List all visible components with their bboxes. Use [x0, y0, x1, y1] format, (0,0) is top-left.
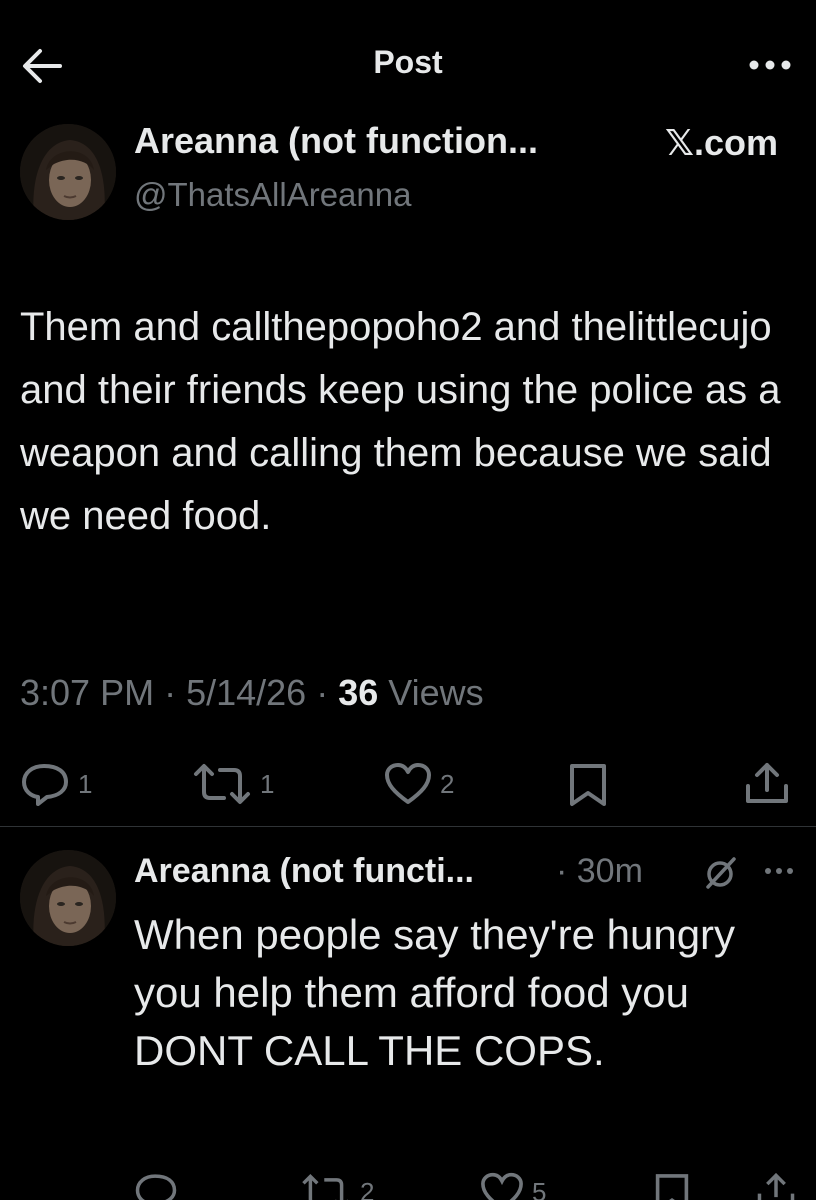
more-horizontal-icon — [765, 868, 793, 874]
post-meta: 3:07 PM · 5/14/26 · 36 Views — [20, 672, 484, 714]
author-avatar[interactable] — [20, 124, 116, 220]
heart-icon — [385, 763, 431, 804]
bookmark-icon — [570, 764, 606, 806]
views-label: Views — [388, 672, 484, 713]
post-text: Them and callthepopoho2 and thelittlecuj… — [20, 305, 781, 538]
repost-icon — [194, 764, 250, 804]
reply-repost-button[interactable]: 2 — [300, 1172, 374, 1200]
heart-icon — [481, 1172, 523, 1200]
meta-separator: · — [306, 672, 339, 713]
share-button[interactable] — [744, 760, 790, 806]
reply-more-button[interactable] — [764, 866, 794, 876]
author-handle[interactable]: @ThatsAllAreanna — [134, 176, 411, 214]
reply-bookmark-button[interactable] — [654, 1172, 690, 1200]
views-count: 36 — [338, 672, 379, 713]
repost-icon — [302, 1173, 348, 1200]
bookmark-icon — [655, 1174, 689, 1200]
reply-author-avatar[interactable] — [20, 850, 116, 946]
reply-reply-button[interactable] — [134, 1172, 178, 1200]
grok-icon — [706, 857, 736, 889]
reply-author-name[interactable]: Areanna (not functi... — [134, 852, 474, 891]
repost-button[interactable]: 1 — [192, 762, 274, 806]
reply-count: 1 — [78, 768, 93, 799]
meta-separator: · — [154, 672, 187, 713]
divider — [0, 826, 816, 827]
grok-button[interactable] — [704, 856, 738, 890]
repost-count: 1 — [260, 768, 275, 799]
like-button[interactable]: 2 — [384, 762, 454, 806]
reply-action-bar: 2 5 — [0, 1168, 816, 1200]
share-icon — [746, 763, 788, 803]
top-bar: Post — [0, 0, 816, 110]
reply-text: When people say they're hungry you help … — [134, 911, 736, 1074]
bookmark-button[interactable] — [568, 762, 608, 808]
author-name[interactable]: Areanna (not function... — [134, 120, 538, 162]
like-count: 2 — [440, 768, 455, 799]
reply-icon — [135, 1174, 177, 1200]
more-button[interactable] — [748, 58, 792, 72]
source-label: 𝕏.com — [664, 122, 778, 163]
reply-repost-count: 2 — [360, 1176, 375, 1200]
share-icon — [757, 1172, 795, 1200]
page-title: Post — [373, 44, 443, 80]
reply-share-button[interactable] — [756, 1170, 796, 1200]
reply-like-count: 5 — [532, 1176, 547, 1200]
reply-button[interactable]: 1 — [20, 762, 92, 806]
reply-icon — [22, 764, 68, 806]
more-horizontal-icon — [749, 60, 791, 70]
post-date: 5/14/26 — [186, 672, 307, 713]
reply-like-button[interactable]: 5 — [480, 1172, 546, 1200]
reply-time: · 30m — [556, 852, 643, 890]
post-time: 3:07 PM — [20, 672, 155, 713]
